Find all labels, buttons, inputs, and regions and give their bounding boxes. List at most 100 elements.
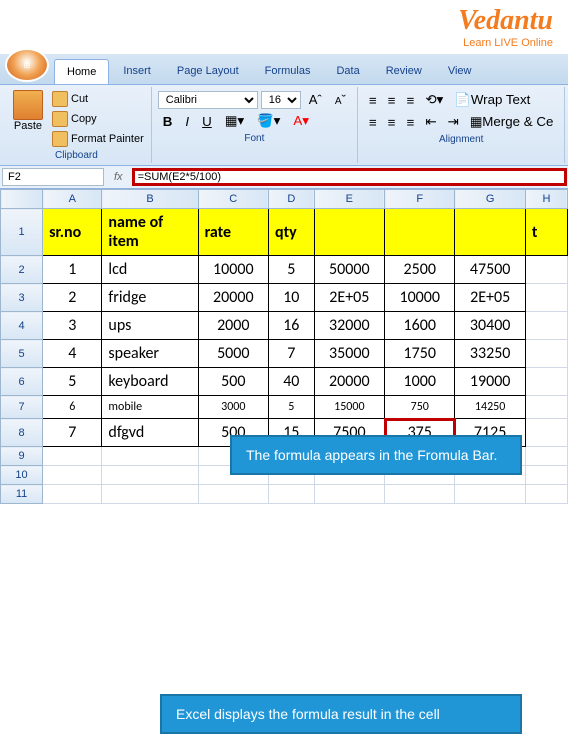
column-header-C[interactable]: C xyxy=(198,190,268,209)
cell-G5[interactable]: 33250 xyxy=(455,340,525,368)
merge-button[interactable]: ▦Merge & Ce xyxy=(465,112,559,132)
tab-insert[interactable]: Insert xyxy=(111,59,163,84)
cell-F11[interactable] xyxy=(385,485,455,504)
cell-A7[interactable]: 6 xyxy=(43,396,102,419)
format-painter-button[interactable]: Format Painter xyxy=(51,130,145,148)
tab-review[interactable]: Review xyxy=(374,59,434,84)
cell-B3[interactable]: fridge xyxy=(102,284,198,312)
column-header-H[interactable]: H xyxy=(525,190,567,209)
cell-B8[interactable]: dfgvd xyxy=(102,419,198,447)
cell-D11[interactable] xyxy=(268,485,314,504)
cell-D2[interactable]: 5 xyxy=(268,256,314,284)
tab-data[interactable]: Data xyxy=(324,59,371,84)
cell-A10[interactable] xyxy=(43,466,102,485)
row-header-5[interactable]: 5 xyxy=(1,340,43,368)
row-header-1[interactable]: 1 xyxy=(1,209,43,256)
font-size-select[interactable]: 16 xyxy=(261,91,301,109)
paste-button[interactable]: Paste xyxy=(8,90,48,148)
row-header-10[interactable]: 10 xyxy=(1,466,43,485)
cell-B5[interactable]: speaker xyxy=(102,340,198,368)
cell-G3[interactable]: 2E+05 xyxy=(455,284,525,312)
align-bottom-button[interactable]: ≡ xyxy=(402,90,420,110)
orientation-button[interactable]: ⟲▾ xyxy=(420,90,448,110)
cell-B6[interactable]: keyboard xyxy=(102,368,198,396)
cell-B11[interactable] xyxy=(102,485,198,504)
copy-button[interactable]: Copy xyxy=(51,110,145,128)
cell-A3[interactable]: 2 xyxy=(43,284,102,312)
cell-F6[interactable]: 1000 xyxy=(385,368,455,396)
tab-formulas[interactable]: Formulas xyxy=(253,59,323,84)
cell-D3[interactable]: 10 xyxy=(268,284,314,312)
row-header-3[interactable]: 3 xyxy=(1,284,43,312)
formula-input[interactable]: =SUM(E2*5/100) xyxy=(132,168,567,186)
cell-E3[interactable]: 2E+05 xyxy=(314,284,384,312)
decrease-indent-button[interactable]: ⇤ xyxy=(420,112,441,132)
name-box[interactable]: F2 xyxy=(2,168,104,186)
row-header-11[interactable]: 11 xyxy=(1,485,43,504)
column-header-E[interactable]: E xyxy=(314,190,384,209)
border-button[interactable]: ▦▾ xyxy=(220,111,249,131)
cell-B9[interactable] xyxy=(102,447,198,466)
cell-H1[interactable]: t xyxy=(525,209,567,256)
row-header-2[interactable]: 2 xyxy=(1,256,43,284)
cell-G1[interactable] xyxy=(455,209,525,256)
italic-button[interactable]: I xyxy=(180,112,194,131)
cell-C7[interactable]: 3000 xyxy=(198,396,268,419)
cell-F7[interactable]: 750 xyxy=(385,396,455,419)
cell-B2[interactable]: lcd xyxy=(102,256,198,284)
align-top-button[interactable]: ≡ xyxy=(364,90,382,110)
cell-H3[interactable] xyxy=(525,284,567,312)
shrink-font-button[interactable]: Aˇ xyxy=(330,90,351,109)
cell-E5[interactable]: 35000 xyxy=(314,340,384,368)
cut-button[interactable]: Cut xyxy=(51,90,145,108)
cell-H4[interactable] xyxy=(525,312,567,340)
cell-H2[interactable] xyxy=(525,256,567,284)
cell-G6[interactable]: 19000 xyxy=(455,368,525,396)
cell-E2[interactable]: 50000 xyxy=(314,256,384,284)
cell-C4[interactable]: 2000 xyxy=(198,312,268,340)
cell-B1[interactable]: name of item xyxy=(102,209,198,256)
align-middle-button[interactable]: ≡ xyxy=(383,90,401,110)
cell-G4[interactable]: 30400 xyxy=(455,312,525,340)
cell-A4[interactable]: 3 xyxy=(43,312,102,340)
cell-A5[interactable]: 4 xyxy=(43,340,102,368)
bold-button[interactable]: B xyxy=(158,112,178,131)
cell-F3[interactable]: 10000 xyxy=(385,284,455,312)
tab-page-layout[interactable]: Page Layout xyxy=(165,59,251,84)
cell-A1[interactable]: sr.no xyxy=(43,209,102,256)
cell-F1[interactable] xyxy=(385,209,455,256)
cell-A2[interactable]: 1 xyxy=(43,256,102,284)
cell-C2[interactable]: 10000 xyxy=(198,256,268,284)
increase-indent-button[interactable]: ⇥ xyxy=(443,112,464,132)
cell-A11[interactable] xyxy=(43,485,102,504)
column-header-G[interactable]: G xyxy=(455,190,525,209)
font-name-select[interactable]: Calibri xyxy=(158,91,258,109)
cell-H5[interactable] xyxy=(525,340,567,368)
column-header-F[interactable]: F xyxy=(385,190,455,209)
cell-F5[interactable]: 1750 xyxy=(385,340,455,368)
cell-E6[interactable]: 20000 xyxy=(314,368,384,396)
cell-F2[interactable]: 2500 xyxy=(385,256,455,284)
cell-H11[interactable] xyxy=(525,485,567,504)
align-left-button[interactable]: ≡ xyxy=(364,112,382,132)
cell-G11[interactable] xyxy=(455,485,525,504)
cell-C11[interactable] xyxy=(198,485,268,504)
cell-C1[interactable]: rate xyxy=(198,209,268,256)
cell-E11[interactable] xyxy=(314,485,384,504)
cell-G7[interactable]: 14250 xyxy=(455,396,525,419)
cell-H7[interactable] xyxy=(525,396,567,419)
column-header-D[interactable]: D xyxy=(268,190,314,209)
font-color-button[interactable]: A▾ xyxy=(288,111,314,131)
cell-F4[interactable]: 1600 xyxy=(385,312,455,340)
column-header-A[interactable]: A xyxy=(43,190,102,209)
tab-home[interactable]: Home xyxy=(54,59,109,84)
align-right-button[interactable]: ≡ xyxy=(402,112,420,132)
column-header-B[interactable]: B xyxy=(102,190,198,209)
cell-D4[interactable]: 16 xyxy=(268,312,314,340)
row-header-4[interactable]: 4 xyxy=(1,312,43,340)
row-header-7[interactable]: 7 xyxy=(1,396,43,419)
cell-C3[interactable]: 20000 xyxy=(198,284,268,312)
cell-B7[interactable]: mobile xyxy=(102,396,198,419)
column-header-corner[interactable] xyxy=(1,190,43,209)
grow-font-button[interactable]: Aˆ xyxy=(304,90,327,109)
